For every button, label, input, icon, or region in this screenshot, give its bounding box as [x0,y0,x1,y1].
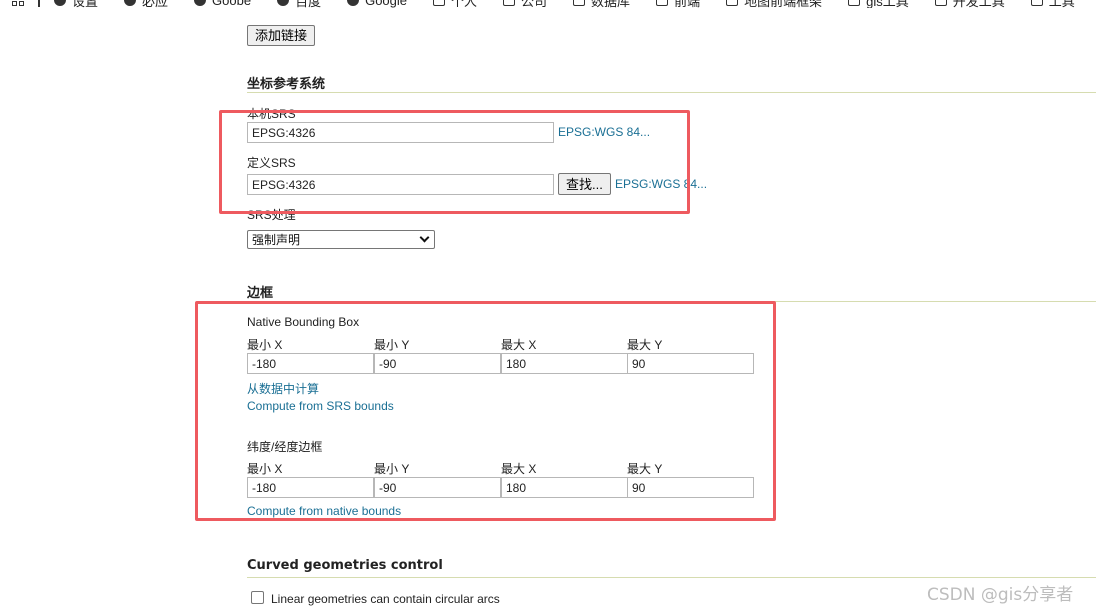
bookmark-item[interactable]: 地图前端框架 [726,0,822,8]
bookmark-label: 数据库 [591,0,631,8]
bookmarks-bar: 设置 必应 Goobe 百度 Google 个人 公司 数据库 前端 地图前端框架 gis工具 开发工… [0,0,1096,8]
native-bbox-max-y-field[interactable] [627,353,754,374]
bookmark-item[interactable]: 公司 [503,0,547,8]
bookmark-item[interactable]: 工具 [1030,0,1075,8]
globe-icon [194,0,207,6]
bookmark-item[interactable]: 个人 [433,0,477,8]
bookmark-item[interactable]: gis工具 [848,0,909,8]
apps-icon[interactable] [12,0,24,6]
native-bbox-min-y-field[interactable] [374,353,501,374]
curved-section-rule [247,577,1096,578]
find-srs-button[interactable]: 查找... [558,173,611,195]
native-bbox-max-x-field[interactable] [501,353,628,374]
curved-section-title: Curved geometries control [247,558,443,573]
compute-from-srs-link[interactable]: Compute from SRS bounds [247,399,394,413]
latlon-bbox-max-x-field[interactable] [501,477,628,498]
globe-icon [277,0,290,6]
folder-icon [503,0,516,6]
circular-arcs-label: Linear geometries can contain circular a… [271,592,500,606]
chevron-down-icon [419,232,430,243]
native-bbox-title: Native Bounding Box [247,315,360,329]
folder-icon [1030,0,1043,6]
declared-srs-label: 定义SRS [247,156,296,170]
bookmark-label: 公司 [521,0,548,8]
globe-icon [347,0,360,6]
bookmark-label: 设置 [72,0,99,8]
native-bbox-max-x-label: 最大 X [501,338,537,352]
folder-icon [726,0,739,6]
native-bbox-min-x-field[interactable] [247,353,374,374]
bookmark-item[interactable]: 数据库 [573,0,630,8]
circular-arcs-checkbox[interactable] [251,591,264,604]
bbox-section-rule [247,301,1096,302]
add-link-button[interactable]: 添加链接 [247,25,316,46]
bookmark-label: 地图前端框架 [744,0,823,8]
folder-icon [848,0,861,6]
watermark: CSDN @gis分享者 [927,585,1074,605]
srs-handling-label: SRS处理 [247,208,296,222]
native-bbox-max-y-label: 最大 Y [627,338,663,352]
bookmark-item[interactable]: 必应 [124,0,168,8]
bookmark-item[interactable]: 前端 [656,0,700,8]
native-srs-field[interactable] [247,122,554,143]
bbox-section-title: 边框 [247,286,274,301]
bookmark-label: gis工具 [866,0,909,8]
compute-from-data-link[interactable]: 从数据中计算 [247,380,319,397]
latlon-bbox-max-y-label: 最大 Y [627,462,663,476]
bookmark-label: 百度 [295,0,322,8]
declared-srs-field[interactable] [247,174,554,195]
bookmark-item[interactable]: Google [347,0,407,8]
folder-icon [656,0,669,6]
globe-icon [124,0,137,6]
bookmark-item[interactable]: 设置 [54,0,98,8]
bookmark-label: Goobe [212,0,252,8]
latlon-bbox-min-x-field[interactable] [247,477,374,498]
latlon-bbox-max-x-label: 最大 X [501,462,537,476]
crs-section-title: 坐标参考系统 [247,77,326,92]
native-bbox-min-y-label: 最小 Y [374,338,410,352]
compute-from-native-link[interactable]: Compute from native bounds [247,504,401,518]
latlon-bbox-title: 纬度/经度边框 [247,440,323,454]
native-bbox-min-x-label: 最小 X [247,338,283,352]
bookmark-label: 必应 [142,0,169,8]
folder-icon [433,0,446,6]
bookmark-item[interactable]: 百度 [277,0,321,8]
crs-section-rule [247,92,1096,93]
bookmark-item[interactable]: 开发工具 [934,0,1005,8]
bookmark-label: 工具 [1048,0,1075,8]
latlon-bbox-min-y-label: 最小 Y [374,462,410,476]
latlon-bbox-max-y-field[interactable] [627,477,754,498]
srs-handling-value: 强制声明 [252,233,301,247]
latlon-bbox-min-y-field[interactable] [374,477,501,498]
native-srs-label: 本机SRS [247,107,296,121]
folder-icon [934,0,947,6]
bookmark-item[interactable]: Goobe [194,0,251,8]
gear-icon [54,0,66,6]
srs-handling-select[interactable]: 强制声明 [247,230,435,249]
bookmark-label: Google [365,0,408,8]
bookmark-label: 开发工具 [952,0,1005,8]
native-srs-link[interactable]: EPSG:WGS 84... [558,125,650,139]
folder-icon [573,0,586,6]
bookmark-label: 前端 [674,0,701,8]
bookmark-label: 个人 [451,0,478,8]
bookmarks-separator [38,0,40,7]
declared-srs-link[interactable]: EPSG:WGS 84... [615,177,707,191]
latlon-bbox-min-x-label: 最小 X [247,462,283,476]
